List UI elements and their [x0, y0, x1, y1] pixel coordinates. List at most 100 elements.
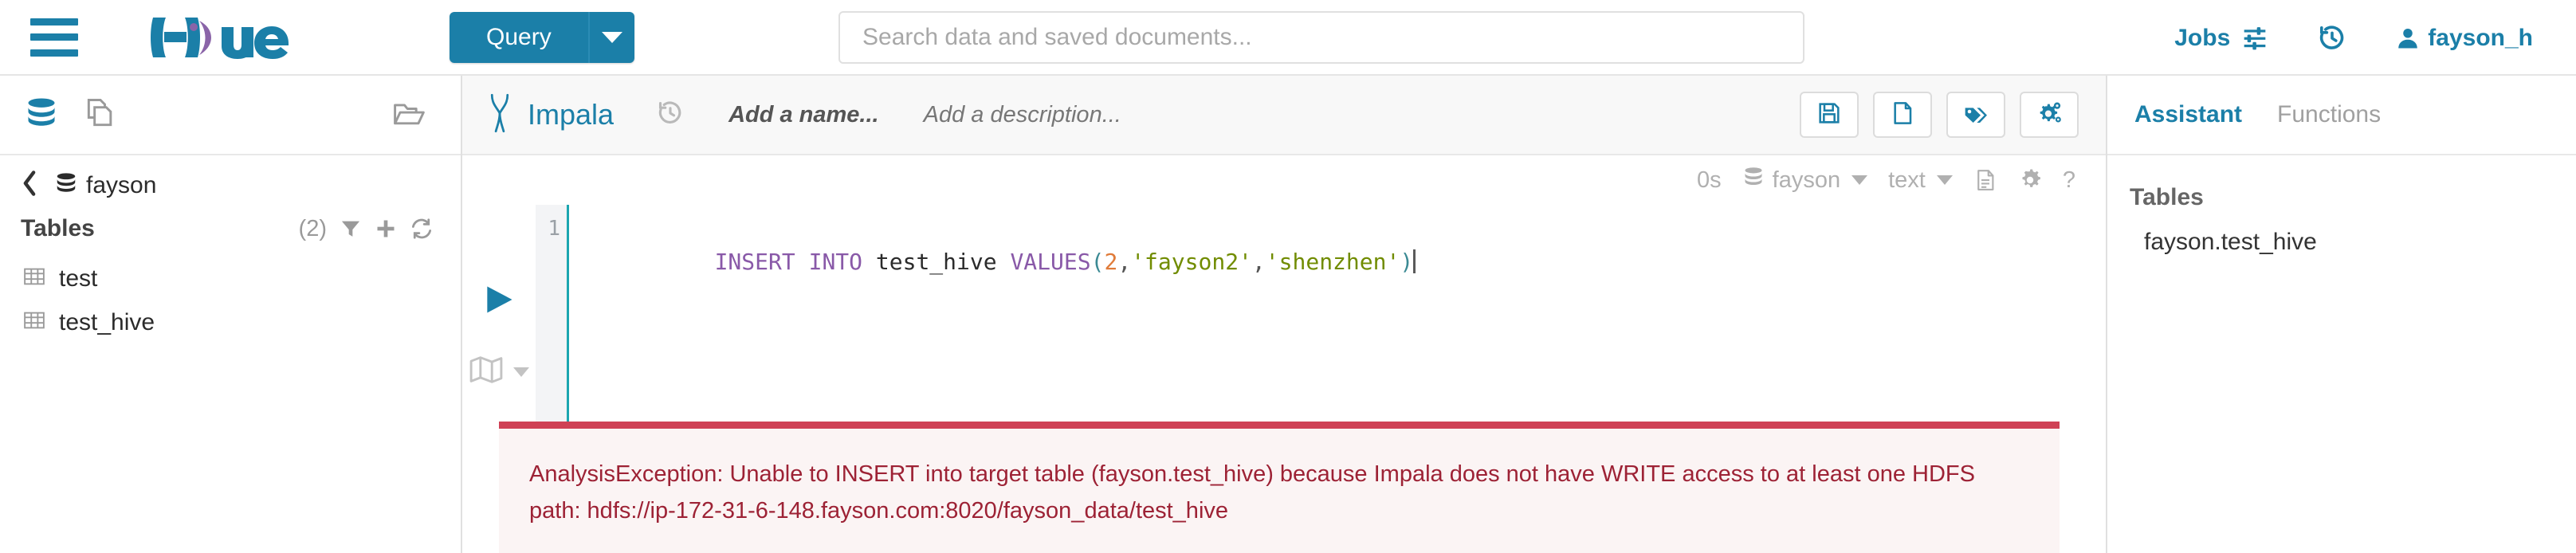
impala-icon	[486, 92, 513, 138]
result-doc-icon[interactable]	[1973, 167, 1997, 193]
documents-icon[interactable]	[83, 96, 118, 135]
database-icon[interactable]	[24, 96, 59, 135]
error-message: AnalysisException: Unable to INSERT into…	[529, 461, 1975, 524]
database-name: fayson	[1772, 167, 1841, 193]
open-folder-icon[interactable]	[391, 96, 427, 135]
main-body: fayson Tables (2) test test_hive Impala …	[0, 76, 2576, 553]
query-description-input[interactable]: Add a description...	[924, 102, 1121, 128]
tags-button[interactable]	[1946, 92, 2005, 138]
settings-button[interactable]	[2020, 92, 2079, 138]
left-assist-panel: fayson Tables (2) test test_hive	[0, 76, 462, 553]
sql-token-keyword: VALUES	[1010, 249, 1091, 275]
text-cursor	[1413, 249, 1416, 273]
job-history-button[interactable]	[2318, 24, 2346, 53]
sql-token-comma: ,	[1251, 249, 1266, 275]
top-bar-right-actions: Jobs fayson_h	[2125, 0, 2533, 76]
hue-logo[interactable]	[148, 14, 320, 61]
editor-action-buttons	[1800, 92, 2079, 138]
editor-settings-gear-icon[interactable]	[2018, 168, 2042, 192]
sql-token-comma: ,	[1117, 249, 1132, 275]
tags-icon	[1962, 100, 1989, 130]
assistant-tabs: Assistant Functions	[2107, 76, 2576, 155]
database-selector[interactable]: fayson	[1742, 166, 1868, 194]
sql-token-string: 'shenzhen'	[1265, 249, 1400, 275]
table-icon	[22, 265, 46, 292]
database-icon	[54, 171, 78, 199]
query-dropdown-button[interactable]	[587, 11, 634, 63]
table-name: test	[59, 265, 98, 292]
editor-area: 1 INSERT INTO test_hive VALUES(2,'fayson…	[462, 205, 2106, 553]
new-query-button[interactable]	[1873, 92, 1932, 138]
plus-icon[interactable]	[375, 218, 397, 240]
assist-panel-header	[0, 76, 461, 155]
tables-section-header: Tables (2)	[0, 207, 461, 250]
map-icon	[469, 355, 504, 388]
query-button-group: Query	[450, 11, 634, 63]
assistant-table-item[interactable]: fayson.test_hive	[2130, 229, 2576, 256]
user-menu-button[interactable]: fayson_h	[2396, 25, 2533, 52]
query-button[interactable]: Query	[450, 11, 588, 63]
run-query-icon[interactable]	[481, 281, 516, 322]
assistant-content: Tables fayson.test_hive	[2107, 155, 2576, 256]
save-button[interactable]	[1800, 92, 1859, 138]
global-search	[838, 11, 1804, 64]
chevron-down-icon	[1852, 175, 1868, 185]
jobs-button[interactable]: Jobs	[2174, 25, 2268, 52]
tab-assistant[interactable]: Assistant	[2134, 101, 2242, 128]
breadcrumb[interactable]: fayson	[0, 155, 461, 207]
save-icon	[1816, 100, 1842, 130]
sql-token-identifier: test_hive	[875, 249, 1011, 275]
table-list-item[interactable]: test	[0, 257, 461, 300]
right-assistant-panel: Assistant Functions Tables fayson.test_h…	[2107, 76, 2576, 553]
editor-status-toolbar: 0s fayson text ?	[462, 155, 2106, 205]
user-label: fayson_h	[2428, 24, 2533, 51]
chevron-left-icon[interactable]	[19, 170, 40, 201]
hamburger-bar	[30, 18, 78, 25]
user-icon	[2396, 25, 2420, 51]
database-icon	[1742, 166, 1765, 194]
filter-icon[interactable]	[340, 218, 362, 240]
assist-source-tabs	[24, 96, 118, 135]
hamburger-bar	[30, 33, 78, 41]
sql-token-string: 'fayson2'	[1131, 249, 1252, 275]
hamburger-bar	[30, 49, 78, 57]
result-format-label: text	[1888, 167, 1926, 193]
hamburger-menu-icon[interactable]	[30, 18, 78, 57]
table-icon	[22, 308, 46, 336]
query-history-icon[interactable]	[657, 100, 684, 131]
search-input[interactable]	[838, 11, 1804, 64]
help-icon[interactable]: ?	[2063, 167, 2075, 194]
line-number: 1	[548, 217, 560, 241]
query-editor-panel: Impala Add a name... Add a description..…	[462, 76, 2107, 553]
tables-count: (2)	[298, 215, 327, 241]
hue-editor-app: Query Jobs	[0, 0, 2576, 553]
sliders-icon	[2241, 25, 2268, 51]
query-name-input[interactable]: Add a name...	[728, 102, 879, 128]
sql-token-paren: )	[1400, 249, 1414, 275]
tab-functions[interactable]: Functions	[2277, 101, 2381, 128]
jobs-label: Jobs	[2174, 24, 2231, 51]
tables-title: Tables	[21, 215, 95, 241]
result-format-selector[interactable]: text	[1888, 167, 1953, 194]
refresh-icon[interactable]	[410, 217, 434, 241]
chevron-down-icon	[601, 31, 622, 43]
table-list-item[interactable]: test_hive	[0, 300, 461, 344]
chevron-down-icon	[1936, 175, 1953, 185]
elapsed-time: 0s	[1697, 167, 1722, 193]
editor-header: Impala Add a name... Add a description..…	[462, 76, 2106, 155]
sql-token-keyword: INSERT INTO	[714, 249, 876, 275]
sql-token-paren: (	[1090, 249, 1105, 275]
explain-query-button[interactable]	[469, 355, 529, 388]
tables-actions: (2)	[299, 216, 434, 242]
sql-token-number: 2	[1104, 249, 1118, 275]
engine-label: Impala	[528, 98, 615, 131]
assistant-section-title: Tables	[2130, 184, 2204, 210]
new-file-icon	[1890, 100, 1915, 130]
top-navigation-bar: Query Jobs	[0, 0, 2576, 76]
gears-icon	[2035, 100, 2064, 130]
engine-selector[interactable]: Impala	[486, 92, 614, 138]
breadcrumb-database-label: fayson	[86, 171, 157, 198]
table-name: test_hive	[59, 308, 155, 335]
chevron-down-icon	[513, 367, 529, 377]
tables-list: test test_hive	[0, 250, 461, 344]
